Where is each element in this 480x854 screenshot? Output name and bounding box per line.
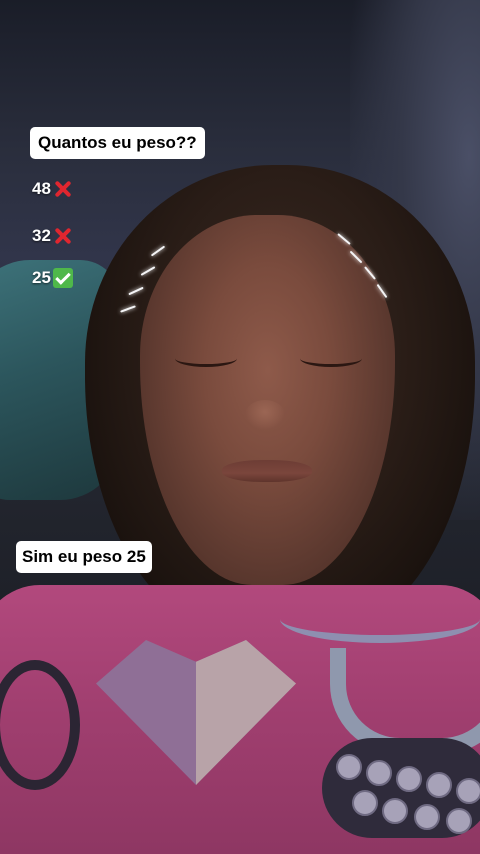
shirt-dot (366, 760, 392, 786)
x-mark-icon (53, 226, 73, 246)
answer-value: 48 (32, 179, 51, 198)
shirt-dot (446, 808, 472, 834)
shirt-dot (426, 772, 452, 798)
right-eye (300, 350, 362, 367)
shirt-dot (352, 790, 378, 816)
answer-option: 48 (32, 179, 73, 199)
answer-option: 32 (32, 226, 73, 246)
left-eye (175, 350, 237, 367)
check-mark-icon (52, 268, 73, 288)
answer-option: 25 (32, 268, 73, 288)
answer-value: 25 (32, 268, 51, 287)
shirt-dot (396, 766, 422, 792)
answer-value: 32 (32, 226, 51, 245)
mouth (222, 460, 312, 482)
statement-sticker: Sim eu peso 25 (16, 541, 152, 573)
nose (245, 400, 285, 430)
shirt-pattern (322, 738, 480, 838)
question-sticker: Quantos eu peso?? (30, 127, 205, 159)
shirt-dot (336, 754, 362, 780)
shirt-pattern (280, 595, 480, 643)
shirt-dot (382, 798, 408, 824)
x-mark-icon (53, 179, 73, 199)
shirt-dot (414, 804, 440, 830)
shirt-dot (456, 778, 480, 804)
